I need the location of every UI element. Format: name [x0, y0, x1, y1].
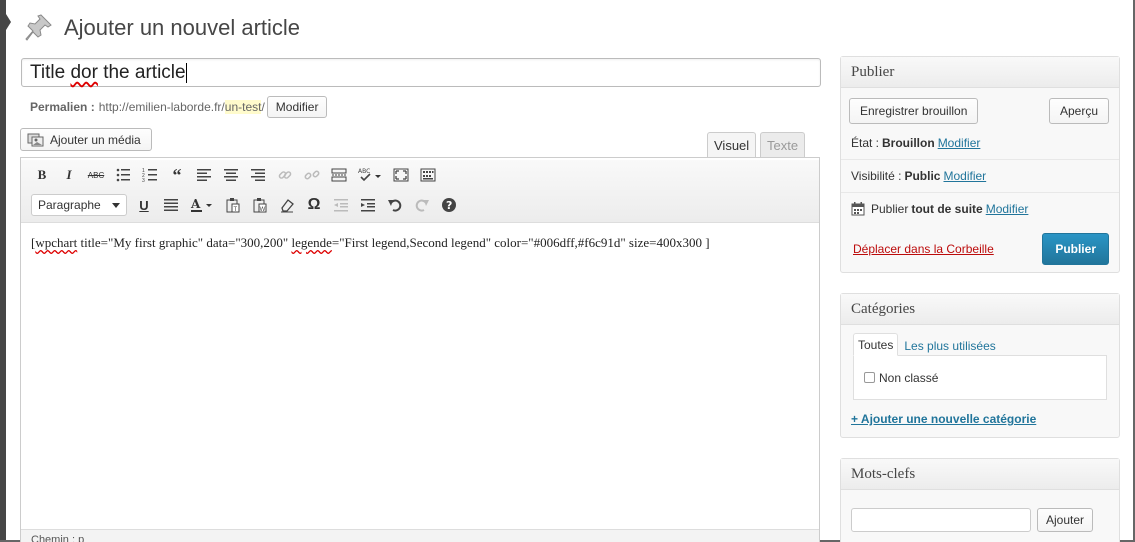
schedule-edit-link[interactable]: Modifier — [986, 202, 1029, 216]
schedule-label: Publier — [871, 202, 909, 216]
publish-box: Publier Enregistrer brouillon Aperçu Éta… — [840, 56, 1120, 273]
tag-input[interactable] — [851, 508, 1031, 532]
indent-icon[interactable] — [357, 194, 379, 216]
justify-icon[interactable] — [160, 194, 182, 216]
category-checkbox[interactable] — [864, 372, 875, 383]
svg-text:A: A — [190, 197, 201, 211]
fullscreen-icon[interactable] — [390, 164, 412, 186]
add-media-label: Ajouter un média — [50, 132, 141, 147]
add-media-button[interactable]: Ajouter un média — [20, 128, 152, 151]
bullet-list-icon[interactable] — [112, 164, 134, 186]
paste-text-icon[interactable]: T — [222, 194, 244, 216]
tags-box: Mots-clefs Ajouter — [840, 458, 1120, 542]
categories-tabs: Toutes Les plus utilisées — [841, 325, 1119, 356]
post-title-text: Title dor the article — [30, 62, 186, 83]
category-label: Non classé — [879, 370, 939, 385]
underline-icon[interactable]: U — [133, 194, 155, 216]
pushpin-icon — [25, 14, 52, 41]
svg-text:W: W — [260, 207, 266, 213]
permalink-trailing: / — [261, 100, 265, 114]
tab-popular-categories[interactable]: Les plus utilisées — [898, 335, 1001, 356]
add-tag-button[interactable]: Ajouter — [1037, 508, 1094, 532]
toolbar-row-1: B I ABC 123 “ ABC — [21, 160, 819, 190]
page-header: Ajouter un nouvel article — [24, 12, 300, 44]
blockquote-icon[interactable]: “ — [166, 164, 188, 186]
text-caret — [185, 62, 187, 83]
categories-box-title: Catégories — [841, 294, 1119, 325]
preview-button[interactable]: Aperçu — [1048, 98, 1109, 124]
publish-button[interactable]: Publier — [1042, 233, 1109, 265]
schedule-value: tout de suite — [911, 202, 983, 216]
page-title: Ajouter un nouvel article — [64, 15, 301, 40]
tab-all-categories[interactable]: Toutes — [853, 333, 899, 356]
align-left-icon[interactable] — [193, 164, 215, 186]
save-draft-button[interactable]: Enregistrer brouillon — [849, 98, 979, 124]
outdent-icon[interactable] — [330, 194, 352, 216]
visibility-value: Public — [904, 169, 941, 183]
publish-actions: Enregistrer brouillon Aperçu — [841, 88, 1119, 124]
unlink-icon[interactable] — [301, 164, 323, 186]
read-more-icon[interactable] — [328, 164, 350, 186]
svg-text:T: T — [234, 207, 238, 213]
italic-icon[interactable]: I — [58, 164, 80, 186]
numbered-list-icon[interactable]: 123 — [139, 164, 161, 186]
permalink-slug[interactable]: un-test — [224, 100, 262, 114]
visibility-row: Visibilité : Public Modifier — [841, 160, 1119, 193]
calendar-icon — [851, 202, 865, 216]
text-color-icon[interactable]: A — [187, 194, 217, 216]
permalink-edit-button[interactable]: Modifier — [266, 96, 328, 118]
post-editor: B I ABC 123 “ ABC Paragraphe U A T W Ω ?… — [20, 157, 820, 542]
publish-footer: Déplacer dans la Corbeille Publier — [841, 225, 1119, 265]
status-label: État : — [851, 136, 880, 150]
add-category-link[interactable]: + Ajouter une nouvelle catégorie — [841, 400, 1119, 426]
categories-box: Catégories Toutes Les plus utilisées Non… — [840, 293, 1120, 438]
media-icon — [27, 133, 44, 146]
visibility-label: Visibilité : — [851, 169, 902, 183]
post-title-input[interactable]: Title dor the article — [21, 58, 821, 87]
editor-toolbar: B I ABC 123 “ ABC Paragraphe U A T W Ω ? — [21, 160, 819, 223]
tab-visual[interactable]: Visuel — [707, 132, 757, 158]
special-char-icon[interactable]: Ω — [303, 194, 325, 216]
permalink-row: Permalien : http://emilien-laborde.fr/ u… — [30, 96, 328, 118]
editor-path-bar: Chemin : p — [21, 529, 819, 542]
schedule-row: Publier tout de suite Modifier — [841, 193, 1119, 225]
toolbar-row-2: Paragraphe U A T W Ω ? — [21, 190, 819, 220]
move-to-trash-link[interactable]: Déplacer dans la Corbeille — [853, 242, 994, 256]
help-icon[interactable]: ? — [438, 194, 460, 216]
format-select-value: Paragraphe — [38, 198, 101, 212]
tags-box-title: Mots-clefs — [841, 459, 1119, 490]
visibility-edit-link[interactable]: Modifier — [943, 169, 986, 183]
status-value: Brouillon — [882, 136, 935, 150]
status-row: État : Brouillon Modifier — [841, 124, 1119, 160]
permalink-base-url: http://emilien-laborde.fr/ — [98, 100, 225, 114]
svg-text:ABC: ABC — [358, 168, 370, 175]
categories-list: Non classé — [853, 355, 1107, 400]
publish-box-title: Publier — [841, 57, 1119, 88]
insert-link-icon[interactable] — [274, 164, 296, 186]
tab-text[interactable]: Texte — [760, 132, 806, 158]
window-left-edge — [0, 0, 11, 542]
paste-word-icon[interactable]: W — [249, 194, 271, 216]
svg-text:?: ? — [446, 199, 452, 212]
editor-content[interactable]: [wpchart title="My first graphic" data="… — [21, 223, 819, 263]
bold-icon[interactable]: B — [31, 164, 53, 186]
format-select[interactable]: Paragraphe — [31, 194, 127, 216]
chevron-down-icon — [112, 202, 120, 208]
tags-row: Ajouter — [841, 490, 1119, 532]
undo-icon[interactable] — [384, 194, 406, 216]
strikethrough-icon[interactable]: ABC — [85, 164, 107, 186]
align-right-icon[interactable] — [247, 164, 269, 186]
eraser-icon[interactable] — [276, 194, 298, 216]
align-center-icon[interactable] — [220, 164, 242, 186]
status-edit-link[interactable]: Modifier — [938, 136, 981, 150]
toolbar-toggle-icon[interactable] — [417, 164, 439, 186]
redo-icon[interactable] — [411, 194, 433, 216]
svg-text:3: 3 — [142, 178, 145, 183]
permalink-label: Permalien : — [30, 100, 95, 114]
spellcheck-icon[interactable]: ABC — [355, 164, 385, 186]
